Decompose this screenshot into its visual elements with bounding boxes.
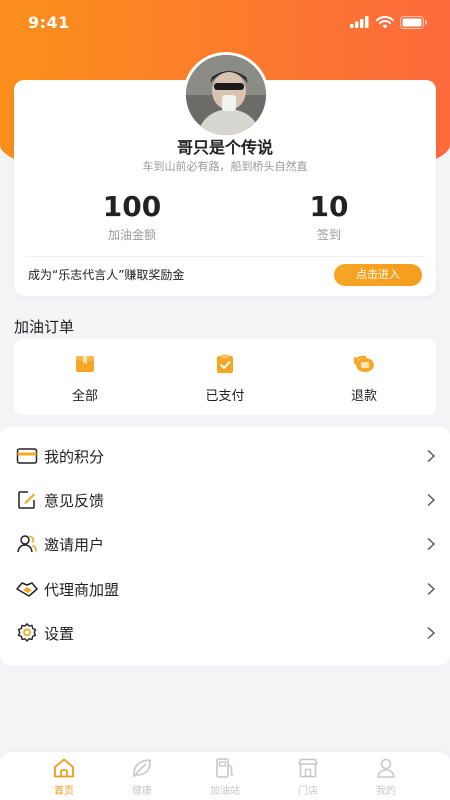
order-label: 全部 bbox=[71, 389, 98, 404]
tab-label: 门店 bbox=[298, 786, 318, 797]
chevron-right-icon bbox=[427, 493, 436, 507]
status-icons bbox=[350, 15, 428, 29]
status-bar: 9:41 bbox=[0, 0, 450, 44]
order-label: 已支付 bbox=[205, 389, 245, 404]
battery-icon bbox=[400, 15, 427, 29]
tab-label: 加油站 bbox=[210, 786, 240, 797]
chevron-right-icon bbox=[427, 582, 436, 596]
wifi-icon bbox=[376, 15, 394, 28]
menu-card: 我的积分 意见反馈 邀请用户 代理商加盟 设置 bbox=[0, 427, 450, 665]
avatar[interactable] bbox=[183, 52, 269, 138]
order-label: 退款 bbox=[350, 389, 377, 404]
signal-icon bbox=[350, 16, 369, 28]
stat-checkin[interactable]: 10 签到 bbox=[249, 190, 409, 243]
menu-label: 邀请用户 bbox=[44, 535, 105, 554]
stat-value: 10 bbox=[309, 190, 349, 223]
menu-label: 设置 bbox=[44, 624, 75, 643]
order-all[interactable]: 全部 bbox=[35, 353, 135, 404]
tab-gas-station[interactable]: 加油站 bbox=[195, 756, 255, 797]
tab-label: 健康 bbox=[132, 786, 152, 797]
tab-health[interactable]: 健康 bbox=[112, 756, 172, 797]
stat-fuel-amount[interactable]: 100 加油金额 bbox=[52, 190, 212, 243]
stat-label: 签到 bbox=[316, 228, 341, 242]
home-icon bbox=[54, 758, 74, 778]
store-icon bbox=[298, 758, 318, 778]
tab-bar: 首页 健康 加油站 门店 我的 bbox=[0, 752, 450, 800]
users-icon bbox=[17, 535, 37, 553]
leaf-icon bbox=[133, 759, 151, 778]
menu-item-feedback[interactable]: 意见反馈 bbox=[0, 478, 450, 522]
menu-label: 意见反馈 bbox=[44, 491, 105, 510]
tab-label: 首页 bbox=[54, 786, 74, 797]
menu-label: 代理商加盟 bbox=[44, 580, 120, 599]
chevron-right-icon bbox=[427, 449, 436, 463]
menu-item-settings[interactable]: 设置 bbox=[0, 611, 450, 655]
tab-label: 我的 bbox=[376, 786, 396, 797]
enter-button[interactable]: 点击进入 bbox=[334, 264, 422, 286]
menu-item-agent[interactable]: 代理商加盟 bbox=[0, 567, 450, 611]
order-paid[interactable]: 已支付 bbox=[175, 353, 275, 404]
menu-label: 我的积分 bbox=[44, 447, 105, 466]
tab-store[interactable]: 门店 bbox=[278, 756, 338, 797]
paid-clipboard-icon bbox=[217, 354, 233, 373]
divider bbox=[26, 256, 424, 257]
gear-icon bbox=[17, 623, 37, 642]
tab-mine[interactable]: 我的 bbox=[356, 756, 416, 797]
handshake-icon bbox=[16, 582, 38, 597]
stat-value: 100 bbox=[102, 190, 162, 223]
orders-section-title: 加油订单 bbox=[14, 318, 75, 336]
refund-icon bbox=[353, 355, 374, 372]
box-icon bbox=[76, 356, 94, 372]
chevron-right-icon bbox=[427, 537, 436, 551]
tab-home[interactable]: 首页 bbox=[34, 756, 94, 797]
edit-icon bbox=[18, 491, 35, 509]
ambassador-promo-text: 成为“乐志代言人”赚取奖励金 bbox=[28, 268, 185, 282]
order-refund[interactable]: 退款 bbox=[314, 353, 414, 404]
menu-item-invite[interactable]: 邀请用户 bbox=[0, 522, 450, 566]
signature: 车到山前必有路，船到桥头自然直 bbox=[142, 160, 308, 173]
stat-label: 加油金额 bbox=[107, 228, 156, 242]
chevron-right-icon bbox=[427, 626, 436, 640]
card-icon bbox=[16, 448, 38, 464]
menu-item-points[interactable]: 我的积分 bbox=[0, 434, 450, 478]
orders-card: 全部 已支付 退款 bbox=[14, 339, 436, 415]
person-icon bbox=[377, 758, 395, 778]
status-time: 9:41 bbox=[28, 12, 70, 32]
fuel-pump-icon bbox=[216, 758, 234, 778]
